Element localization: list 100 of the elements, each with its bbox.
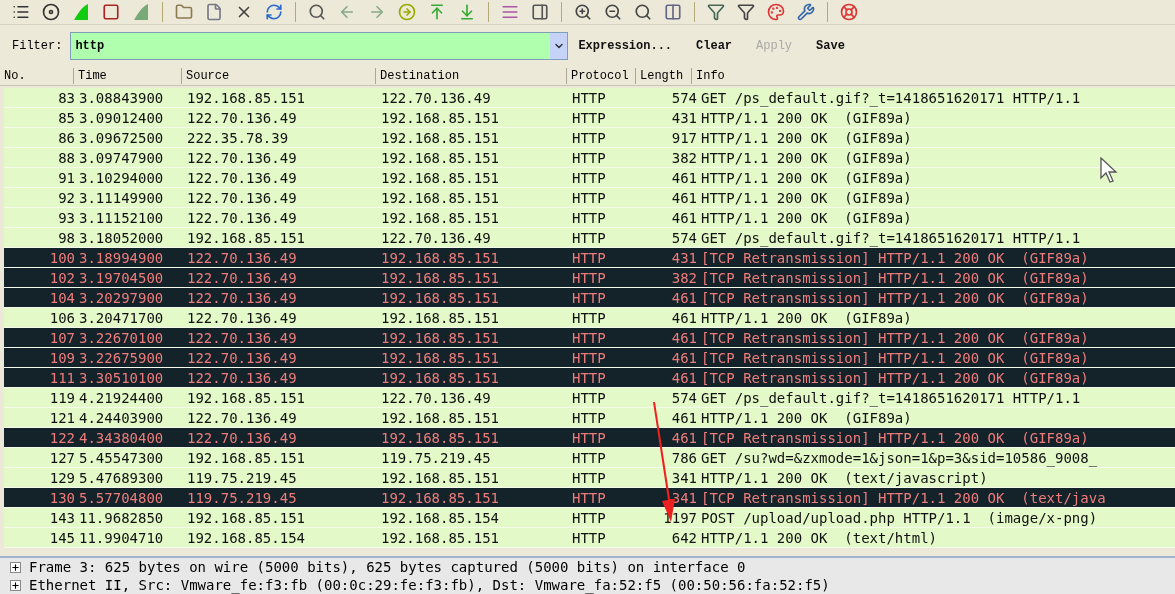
table-cell-text: 192.168.85.151 <box>381 328 500 347</box>
table-cell-text: 3.09012400 <box>79 108 165 127</box>
packet-row[interactable]: 85 3.09012400 122.70.136.49 192.168.85.151 HTTP 431 HTTP/1.1 200 OK (GIF89a) <box>4 108 1175 128</box>
table-cell-text: [TCP Retransmission] HTTP/1.1 200 OK (GIF89a) <box>700 348 1089 367</box>
table-cell-text: 122.70.136.49 <box>187 108 298 127</box>
table-cell-text: 431 <box>670 248 697 267</box>
table-cell-text: 461 <box>670 368 697 387</box>
table-cell-text: 192.168.85.151 <box>381 268 500 287</box>
filter-action-link[interactable]: Save <box>816 36 845 55</box>
table-cell-text: HTTP <box>572 148 607 167</box>
table-cell-text: 192.168.85.151 <box>381 408 500 427</box>
table-cell-text: HTTP/1.1 200 OK (GIF89a) <box>700 308 912 327</box>
packet-row[interactable]: 143 11.9682850 192.168.85.151 192.168.85.154 HTTP 1197 POST /upload/upload.php HTTP/1.1 (image/x-png) <box>4 508 1175 528</box>
table-cell-text: 122.70.136.49 <box>187 308 298 327</box>
packet-row[interactable]: 98 3.18052000 192.168.85.151 122.70.136.49 HTTP 574 GET /ps_default.gif?_t=1418651620171 HTTP/1.1 <box>4 228 1175 248</box>
table-cell-text: 92 <box>57 188 76 207</box>
table-cell-text: [TCP Retransmission] HTTP/1.1 200 OK (GIF89a) <box>700 268 1089 287</box>
table-cell-text: 3.10294000 <box>79 168 165 187</box>
table-cell-text: 122.70.136.49 <box>187 348 298 367</box>
table-cell-text: 192.168.85.151 <box>381 528 500 547</box>
table-cell-text: 122.70.136.49 <box>187 368 298 387</box>
packet-row[interactable]: 104 3.20297900 122.70.136.49 192.168.85.151 HTTP 461 [TCP Retransmission] HTTP/1.1 200 OK (GIF89a) <box>4 288 1175 308</box>
table-cell-text: [TCP Retransmission] HTTP/1.1 200 OK (GIF89a) <box>700 328 1089 347</box>
column-header[interactable]: Source <box>181 67 375 84</box>
table-cell-text: 122.70.136.49 <box>187 248 298 267</box>
table-cell-text: 192.168.85.151 <box>381 128 500 147</box>
table-cell-text: HTTP <box>572 508 607 527</box>
table-cell-text: 461 <box>670 328 697 347</box>
column-header[interactable]: Info <box>691 67 1175 84</box>
column-header[interactable]: Destination <box>375 67 566 84</box>
table-cell-text: 100 <box>48 248 76 267</box>
table-cell-text: HTTP/1.1 200 OK (text/javascript) <box>700 468 988 487</box>
table-cell-text: HTTP <box>572 468 607 487</box>
table-cell-text: 192.168.85.151 <box>187 388 306 407</box>
table-cell-text: 85 <box>57 108 76 127</box>
table-cell-text: 341 <box>670 468 697 487</box>
table-cell-text: 574 <box>670 388 697 407</box>
table-cell-text: 3.11152100 <box>79 208 165 227</box>
table-cell-text: 461 <box>670 168 697 187</box>
packet-row[interactable]: 86 3.09672500 222.35.78.39 192.168.85.151 HTTP 917 HTTP/1.1 200 OK (GIF89a) <box>4 128 1175 148</box>
table-cell-text: 192.168.85.151 <box>381 428 500 447</box>
table-cell-text: HTTP <box>572 488 607 507</box>
packet-row[interactable]: 106 3.20471700 122.70.136.49 192.168.85.151 HTTP 461 HTTP/1.1 200 OK (GIF89a) <box>4 308 1175 328</box>
table-cell-text: 86 <box>57 128 76 147</box>
packet-row[interactable]: 119 4.21924400 192.168.85.151 122.70.136.49 HTTP 574 GET /ps_default.gif?_t=1418651620171 HTTP/1.1 <box>4 388 1175 408</box>
table-cell-text: 3.22675900 <box>79 348 165 367</box>
packet-row[interactable]: 122 4.34380400 122.70.136.49 192.168.85.151 HTTP 461 [TCP Retransmission] HTTP/1.1 200 OK (GIF89a) <box>4 428 1175 448</box>
table-cell-text: HTTP/1.1 200 OK (GIF89a) <box>700 208 912 227</box>
packet-row[interactable]: 121 4.24403900 122.70.136.49 192.168.85.151 HTTP 461 HTTP/1.1 200 OK (GIF89a) <box>4 408 1175 428</box>
table-cell-text: HTTP/1.1 200 OK (GIF89a) <box>700 108 912 127</box>
column-header[interactable]: Length <box>635 67 691 84</box>
dropdown-icon[interactable] <box>550 32 568 59</box>
table-cell-text: 192.168.85.151 <box>381 368 500 387</box>
table-cell-text: 130 <box>48 488 76 507</box>
table-cell-text: 461 <box>670 308 697 327</box>
table-cell-text: HTTP <box>572 368 607 387</box>
packet-row[interactable]: 88 3.09747900 122.70.136.49 192.168.85.151 HTTP 382 HTTP/1.1 200 OK (GIF89a) <box>4 148 1175 168</box>
filter-field[interactable]: http <box>70 31 569 60</box>
table-cell-text: 122.70.136.49 <box>187 168 298 187</box>
packet-row[interactable]: 127 5.45547300 192.168.85.151 119.75.219.45 HTTP 786 GET /su?wd=&zxmode=1&json=1&p=3&sid=10586_9008_ <box>4 448 1175 468</box>
column-header[interactable]: Time <box>73 67 181 84</box>
packet-row[interactable]: 109 3.22675900 122.70.136.49 192.168.85.151 HTTP 461 [TCP Retransmission] HTTP/1.1 200 OK (GIF89a) <box>4 348 1175 368</box>
packet-row[interactable]: 129 5.47689300 119.75.219.45 192.168.85.151 HTTP 341 HTTP/1.1 200 OK (text/javascript) <box>4 468 1175 488</box>
table-cell-text: 3.22670100 <box>79 328 165 347</box>
table-cell-text: GET /ps_default.gif?_t=1418651620171 HTTP/1.1 <box>700 228 1081 247</box>
packet-row[interactable]: 100 3.18994900 122.70.136.49 192.168.85.151 HTTP 431 [TCP Retransmission] HTTP/1.1 200 OK (GIF89a) <box>4 248 1175 268</box>
table-cell-text: 122.70.136.49 <box>187 408 298 427</box>
table-cell-text: [TCP Retransmission] HTTP/1.1 200 OK (GIF89a) <box>700 428 1089 447</box>
packet-row[interactable]: 91 3.10294000 122.70.136.49 192.168.85.151 HTTP 461 HTTP/1.1 200 OK (GIF89a) <box>4 168 1175 188</box>
table-cell-text: 192.168.85.151 <box>381 108 500 127</box>
table-cell-text: 88 <box>57 148 76 167</box>
table-cell-text: 3.09672500 <box>79 128 165 147</box>
packet-row[interactable]: 93 3.11152100 122.70.136.49 192.168.85.151 HTTP 461 HTTP/1.1 200 OK (GIF89a) <box>4 208 1175 228</box>
table-cell-text: 121 <box>48 408 76 427</box>
packet-row[interactable]: 107 3.22670100 122.70.136.49 192.168.85.151 HTTP 461 [TCP Retransmission] HTTP/1.1 200 OK (GIF89a) <box>4 328 1175 348</box>
packet-row[interactable]: 145 11.9904710 192.168.85.154 192.168.85.151 HTTP 642 HTTP/1.1 200 OK (text/html) <box>4 528 1175 548</box>
expand-icon[interactable] <box>10 561 21 573</box>
table-cell-text: HTTP <box>572 228 607 247</box>
table-cell-text: HTTP <box>572 268 607 287</box>
column-header[interactable]: Protocol <box>566 67 635 84</box>
filter-action-link[interactable]: Clear <box>696 36 733 55</box>
column-header[interactable]: No. <box>0 67 73 84</box>
table-cell-text: 192.168.85.151 <box>187 228 306 247</box>
expand-icon[interactable] <box>10 579 21 591</box>
packet-row[interactable]: 102 3.19704500 122.70.136.49 192.168.85.151 HTTP 382 [TCP Retransmission] HTTP/1.1 200 OK (GIF89a) <box>4 268 1175 288</box>
table-cell-text: 3.11149900 <box>79 188 165 207</box>
table-cell-text: HTTP <box>572 88 607 107</box>
table-cell-text: 574 <box>670 88 697 107</box>
table-cell-text: HTTP/1.1 200 OK (GIF89a) <box>700 168 912 187</box>
packet-row[interactable]: 111 3.30510100 122.70.136.49 192.168.85.151 HTTP 461 [TCP Retransmission] HTTP/1.1 200 OK (GIF89a) <box>4 368 1175 388</box>
packet-row[interactable]: 130 5.57704800 119.75.219.45 192.168.85.151 HTTP 341 [TCP Retransmission] HTTP/1.1 200 OK (text/java <box>4 488 1175 508</box>
packet-row[interactable]: 83 3.08843900 192.168.85.151 122.70.136.49 HTTP 574 GET /ps_default.gif?_t=1418651620171 HTTP/1.1 <box>4 88 1175 108</box>
table-cell-text: 109 <box>48 348 76 367</box>
table-cell-text: 341 <box>670 488 697 507</box>
filter-action-link[interactable]: Expression... <box>578 36 673 55</box>
table-cell-text: 461 <box>670 288 697 307</box>
table-cell-text: 119.75.219.45 <box>187 488 298 507</box>
packet-row[interactable]: 92 3.11149900 122.70.136.49 192.168.85.151 HTTP 461 HTTP/1.1 200 OK (GIF89a) <box>4 188 1175 208</box>
table-cell-text: 3.08843900 <box>79 88 165 107</box>
table-cell-text: POST /upload/upload.php HTTP/1.1 (image/x-png) <box>700 508 1098 527</box>
